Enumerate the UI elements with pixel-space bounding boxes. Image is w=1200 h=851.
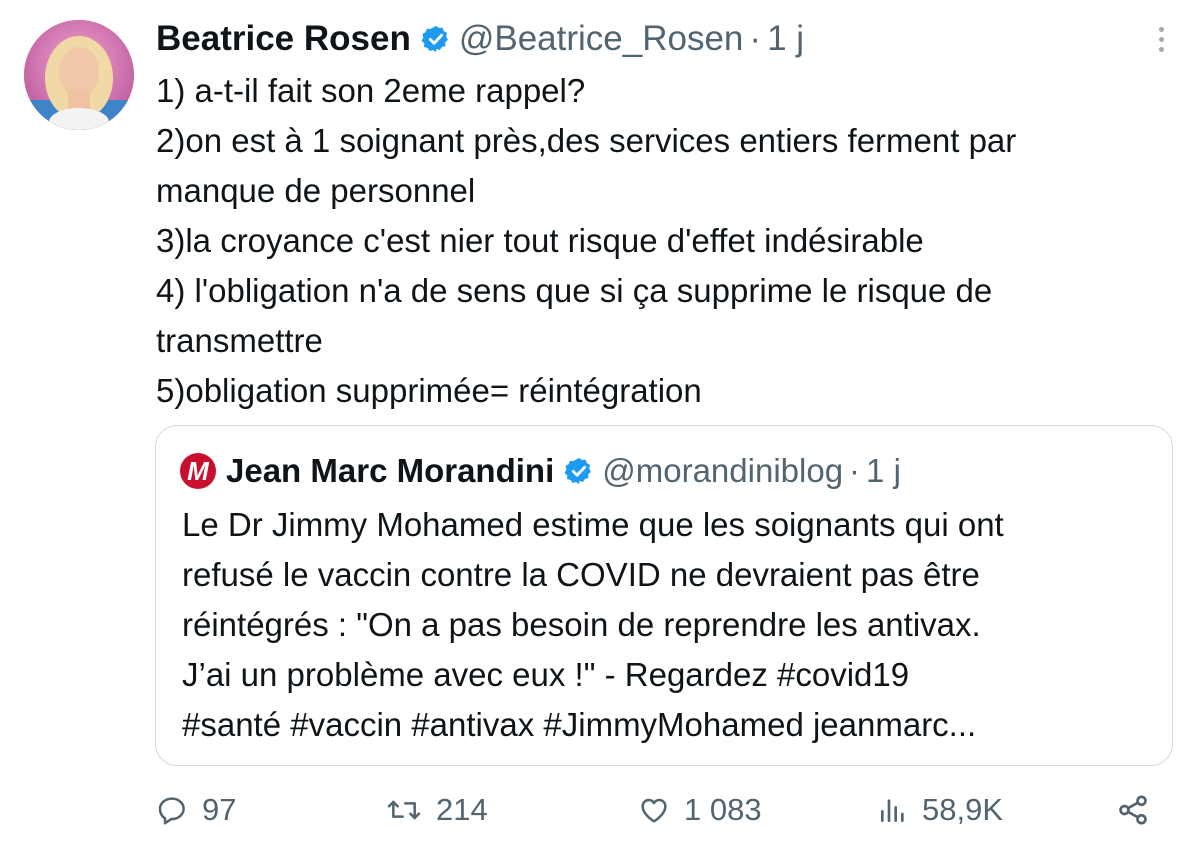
avatar-image bbox=[24, 20, 134, 130]
quoted-author-logo[interactable]: M bbox=[180, 453, 216, 489]
quoted-line: J’ai un problème avec eux !" - Regardez … bbox=[182, 656, 910, 693]
verified-badge-icon bbox=[421, 24, 451, 54]
reply-button[interactable]: 97 bbox=[156, 785, 236, 835]
tweet-line: 2)on est à 1 soignant près,des services … bbox=[156, 122, 1017, 159]
share-icon bbox=[1119, 795, 1147, 825]
quoted-tweet-card[interactable]: M Jean Marc Morandini @morandiniblog · 1… bbox=[155, 425, 1173, 766]
verified-badge-icon bbox=[564, 456, 594, 486]
quoted-line: Le Dr Jimmy Mohamed estime que les soign… bbox=[182, 506, 1004, 543]
like-icon bbox=[641, 798, 667, 823]
quoted-tweet-text: Le Dr Jimmy Mohamed estime que les soign… bbox=[182, 500, 1162, 750]
quoted-timestamp[interactable]: 1 j bbox=[866, 452, 901, 490]
views-button[interactable]: 58,9K bbox=[878, 785, 1003, 835]
tweet-line: transmettre bbox=[156, 322, 323, 359]
tweet-text: 1) a-t-il fait son 2eme rappel? 2)on est… bbox=[156, 66, 1186, 416]
separator-dot: · bbox=[749, 19, 762, 58]
views-count: 58,9K bbox=[922, 792, 1004, 827]
quoted-author-name[interactable]: Jean Marc Morandini bbox=[226, 452, 554, 490]
retweet-count: 214 bbox=[436, 792, 488, 827]
tweet-line: 3)la croyance c'est nier tout risque d'e… bbox=[156, 222, 924, 259]
quoted-line: refusé le vaccin contre la COVID ne devr… bbox=[182, 556, 980, 593]
tweet-timestamp[interactable]: 1 j bbox=[767, 19, 804, 59]
quoted-tweet-header: M Jean Marc Morandini @morandiniblog · 1… bbox=[180, 446, 901, 496]
reply-count: 97 bbox=[202, 792, 237, 827]
reply-icon bbox=[158, 797, 185, 825]
tweet-header: Beatrice Rosen @Beatrice_Rosen · 1 j bbox=[156, 14, 804, 64]
like-button[interactable]: 1 083 bbox=[638, 785, 762, 835]
separator-dot: · bbox=[849, 452, 861, 489]
retweet-icon bbox=[387, 800, 421, 820]
quoted-line: réintégrés : "On a pas besoin de reprend… bbox=[182, 606, 981, 643]
tweet-line: 5)obligation supprimée= réintégration bbox=[156, 372, 702, 409]
views-icon bbox=[881, 799, 904, 822]
tweet-line: 1) a-t-il fait son 2eme rappel? bbox=[156, 72, 586, 109]
action-bar: 97 214 1 083 58,9K bbox=[156, 785, 1166, 835]
quoted-line: #santé #vaccin #antivax #JimmyMohamed je… bbox=[182, 706, 977, 743]
author-avatar[interactable] bbox=[24, 20, 134, 130]
tweet-line: manque de personnel bbox=[156, 172, 476, 209]
more-icon[interactable] bbox=[1146, 24, 1176, 54]
quoted-author-handle[interactable]: @morandiniblog bbox=[602, 452, 843, 490]
tweet-line: 4) l'obligation n'a de sens que si ça su… bbox=[156, 272, 993, 309]
share-button[interactable] bbox=[1116, 785, 1164, 835]
like-count: 1 083 bbox=[684, 792, 762, 827]
author-handle[interactable]: @Beatrice_Rosen bbox=[459, 19, 744, 59]
author-name[interactable]: Beatrice Rosen bbox=[156, 19, 411, 59]
retweet-button[interactable]: 214 bbox=[386, 785, 488, 835]
